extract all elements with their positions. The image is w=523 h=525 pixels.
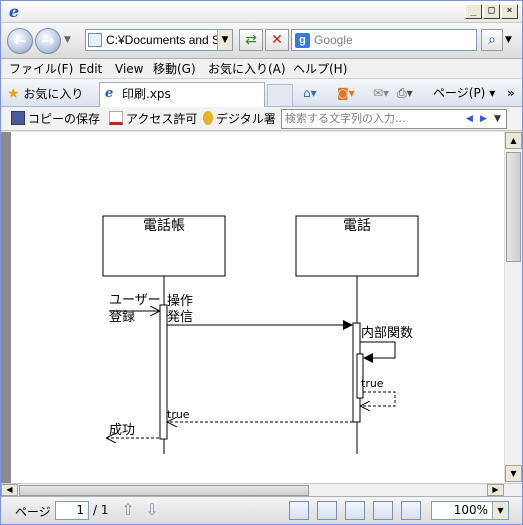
ribbon-icon (203, 111, 213, 125)
actual-size-icon[interactable] (345, 501, 365, 520)
new-tab-button[interactable] (267, 84, 293, 106)
minimize-button[interactable]: _ (465, 4, 482, 19)
search-input[interactable]: g Google (291, 29, 477, 51)
menu-favorites[interactable]: お気に入り(A) (208, 61, 286, 77)
page-label: ページ (15, 505, 51, 519)
forward-button[interactable]: → (35, 28, 61, 54)
browser-window: e _ □ × ← → ▼ C:¥Documents and S ▼ ⇄ ✕ g… (0, 0, 523, 525)
next-page-icon[interactable]: ⇩ (143, 500, 161, 520)
message-label-true-inner: true (361, 377, 384, 390)
message-label-operation: 操作 (167, 293, 193, 309)
address-toolbar: ← → ▼ C:¥Documents and S ▼ ⇄ ✕ g Google … (1, 23, 522, 59)
horizontal-scrollbar[interactable]: ◀ ▶ (1, 483, 522, 496)
find-next-icon[interactable]: ▶ (480, 110, 487, 128)
two-page-view-icon[interactable] (401, 501, 421, 520)
page-menu[interactable]: ページ(P) ▾ (433, 84, 495, 102)
star-icon: ★ (7, 86, 20, 102)
address-input[interactable]: C:¥Documents and S (85, 29, 233, 51)
permissions-button[interactable]: アクセス許可 (109, 110, 197, 128)
menu-bar: ファイル(F) Edit View 移動(G) お気に入り(A) ヘルプ(H) (1, 59, 522, 79)
scroll-down-button[interactable]: ▼ (505, 465, 522, 482)
history-dropdown-icon[interactable]: ▼ (64, 35, 71, 45)
refresh-button[interactable]: ⇄ (239, 29, 263, 51)
close-window-button[interactable]: × (501, 4, 518, 19)
menu-help[interactable]: ヘルプ(H) (293, 61, 347, 77)
print-icon[interactable]: ⎙▾ (397, 84, 413, 102)
ie-page-icon: e (105, 86, 114, 101)
zoom-select[interactable]: 100% ▼ (431, 501, 509, 520)
search-options-icon[interactable]: ▼ (505, 35, 512, 45)
document-viewport[interactable]: 電話帳 電話 ユーザー 登録 操作 発信 内部関数 true true 成功 ▲… (1, 132, 522, 496)
permissions-icon (109, 111, 123, 125)
back-arrow-icon: ← (13, 31, 27, 50)
zoom-dropdown-icon[interactable]: ▼ (492, 502, 508, 519)
lifeline-label-phonebook: 電話帳 (143, 217, 185, 234)
vertical-scroll-thumb[interactable] (506, 152, 521, 262)
menu-go[interactable]: 移動(G) (153, 61, 196, 77)
scroll-left-button[interactable]: ◀ (1, 484, 18, 496)
vertical-scrollbar[interactable]: ▲ ▼ (504, 132, 522, 483)
sequence-diagram: 電話帳 電話 ユーザー 登録 操作 発信 内部関数 true true 成功 (102, 215, 419, 454)
page-number-input[interactable]: 1 (55, 501, 89, 520)
fit-width-icon[interactable] (317, 501, 337, 520)
page-total: / 1 (93, 503, 109, 517)
mail-icon[interactable]: ✉▾ (373, 84, 389, 102)
back-button[interactable]: ← (7, 28, 33, 54)
previous-page-icon[interactable]: ⇧ (119, 500, 137, 520)
favorites-button[interactable]: ★ お気に入り (7, 85, 83, 102)
page-icon (88, 33, 102, 47)
scroll-right-button[interactable]: ▶ (487, 484, 504, 496)
digital-signature-button[interactable]: デジタル署 (203, 110, 277, 128)
message-label-internal: 内部関数 (361, 325, 413, 341)
activation-phonebook (159, 304, 168, 440)
find-text-input[interactable]: 検索する文字列の入力... ◀ ▶ ▼ (281, 109, 507, 129)
message-internal-call (360, 341, 396, 363)
scroll-up-button[interactable]: ▲ (505, 132, 522, 149)
maximize-button[interactable]: □ (483, 4, 500, 19)
activation-phone-nested (356, 353, 364, 399)
menu-file[interactable]: ファイル(F) (9, 61, 73, 77)
lifeline-label-phone: 電話 (343, 217, 371, 234)
home-icon[interactable]: ⌂▾ (303, 84, 317, 102)
title-bar: e _ □ × (1, 1, 522, 23)
search-icon: ⌕ (488, 32, 496, 48)
tab-bar: ★ お気に入り e 印刷.xps ⌂▾ ◙▾ ✉▾ ⎙▾ ページ(P) ▾ » (1, 79, 522, 107)
page-navigation-bar: ページ 1 / 1 ⇧ ⇩ 100% ▼ (1, 496, 522, 524)
one-page-view-icon[interactable] (373, 501, 393, 520)
find-options-icon[interactable]: ▼ (494, 110, 501, 128)
save-copy-button[interactable]: コピーの保存 (11, 110, 100, 128)
search-button[interactable]: ⌕ (481, 29, 503, 51)
fit-page-icon[interactable] (289, 501, 309, 520)
message-label-user: ユーザー (109, 293, 161, 308)
horizontal-scroll-thumb[interactable] (19, 485, 309, 496)
xps-toolbar: コピーの保存 アクセス許可 デジタル署 検索する文字列の入力... ◀ ▶ ▼ (1, 107, 522, 131)
message-label-true-outer: true (167, 408, 190, 421)
tab-active[interactable]: e 印刷.xps (99, 82, 265, 107)
menu-edit[interactable]: Edit (79, 61, 102, 77)
document-page: 電話帳 電話 ユーザー 登録 操作 発信 内部関数 true true 成功 (11, 132, 505, 486)
menu-view[interactable]: View (115, 61, 143, 77)
overflow-chevron-icon[interactable]: » (507, 84, 515, 102)
address-dropdown-button[interactable]: ▼ (217, 30, 232, 50)
google-logo-icon: g (295, 33, 310, 48)
stop-button[interactable]: ✕ (265, 29, 289, 51)
feeds-icon[interactable]: ◙▾ (337, 84, 355, 102)
message-label-register: 登録 (109, 310, 135, 325)
save-icon (11, 111, 25, 125)
stop-icon: ✕ (271, 32, 283, 48)
forward-arrow-icon: → (41, 31, 55, 50)
find-previous-icon[interactable]: ◀ (466, 110, 473, 128)
refresh-icon: ⇄ (245, 32, 257, 48)
message-label-success: 成功 (109, 423, 135, 438)
ie-logo-icon: e (8, 2, 20, 21)
message-return-inner (361, 391, 396, 406)
message-label-dial: 発信 (167, 310, 193, 325)
